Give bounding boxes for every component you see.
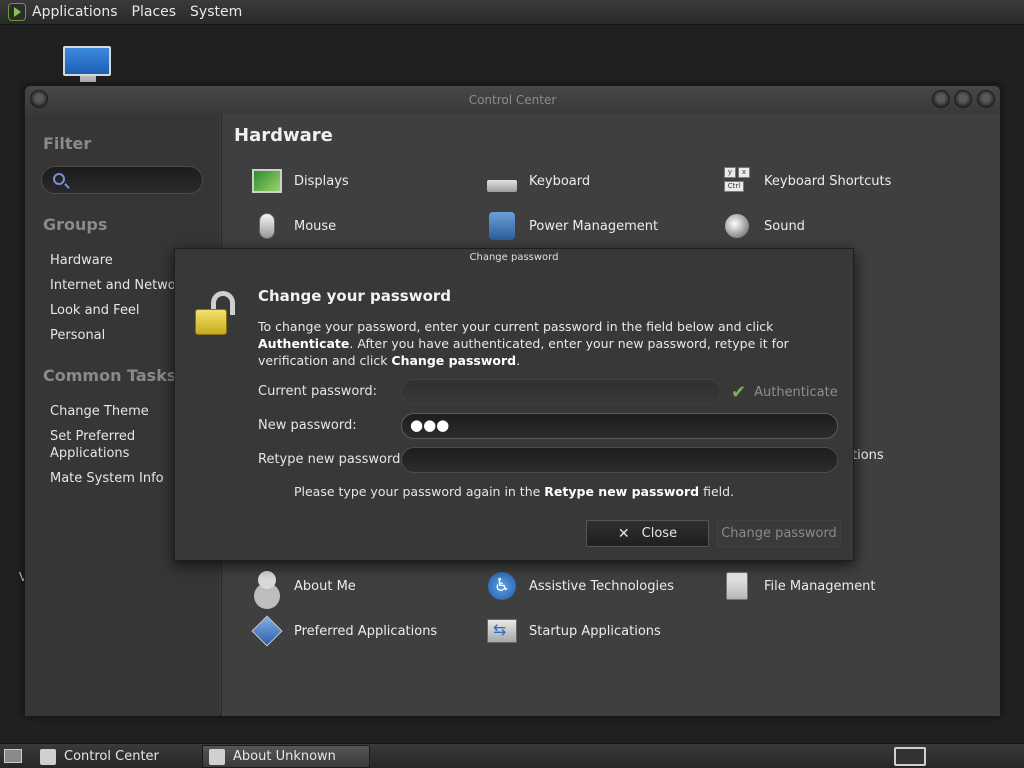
description-bold-change-password: Change password (391, 353, 517, 368)
menu-applications[interactable]: Applications (32, 4, 118, 20)
close-icon: ✕ (617, 525, 630, 542)
item-about-me[interactable]: About Me (250, 569, 356, 603)
search-icon (53, 173, 65, 185)
current-password-label: Current password: (258, 384, 378, 399)
dialog-hint: Please type your password again in the R… (175, 484, 853, 499)
item-label: Keyboard Shortcuts (764, 173, 892, 189)
item-label: Preferred Applications (294, 623, 438, 639)
close-label: Close (641, 526, 678, 541)
show-desktop-icon[interactable] (4, 749, 22, 763)
taskbar-label: About Unknown (233, 749, 336, 764)
item-assistive-technologies[interactable]: ♿ Assistive Technologies (485, 569, 674, 603)
item-label: Displays (294, 173, 349, 189)
current-password-field[interactable] (401, 379, 721, 405)
item-label: Keyboard (529, 173, 591, 189)
close-window-button[interactable] (977, 90, 995, 108)
maximize-button[interactable] (954, 90, 972, 108)
item-mouse[interactable]: Mouse (250, 209, 336, 243)
computer-desktop-icon[interactable] (63, 46, 113, 84)
bottom-panel: Control Center About Unknown (0, 743, 1024, 768)
change-password-button[interactable]: Change password (717, 520, 841, 547)
power-management-icon (485, 209, 519, 243)
authenticate-button[interactable]: ✔ Authenticate (727, 379, 841, 405)
minimize-button[interactable] (932, 90, 950, 108)
groups-heading: Groups (43, 215, 108, 234)
change-password-dialog: Change password Change your password To … (174, 248, 854, 561)
mate-logo-icon[interactable] (8, 3, 26, 21)
top-panel: Applications Places System (0, 0, 1024, 25)
item-label: Assistive Technologies (529, 578, 674, 594)
section-title-hardware: Hardware (234, 125, 333, 146)
item-label: Startup Applications (529, 623, 661, 639)
retype-password-field[interactable] (401, 447, 838, 473)
assistive-technologies-icon: ♿ (485, 569, 519, 603)
item-label: File Management (764, 578, 876, 594)
dialog-title[interactable]: Change password (175, 249, 853, 269)
mouse-icon (250, 209, 284, 243)
keyboard-shortcuts-icon: y x Ctrl (720, 164, 754, 198)
item-file-management[interactable]: File Management (720, 569, 876, 603)
taskbar-item-control-center[interactable]: Control Center (34, 745, 198, 768)
item-label: Power Management (529, 218, 659, 234)
preferred-applications-icon (250, 614, 284, 648)
change-password-label: Change password (721, 526, 837, 541)
window-title: Control Center (468, 93, 557, 107)
menu-system[interactable]: System (190, 4, 242, 20)
item-label: Sound (764, 218, 805, 234)
keyboard-icon (485, 164, 519, 198)
file-management-icon (720, 569, 754, 603)
taskbar-label: Control Center (64, 749, 159, 764)
item-preferred-applications[interactable]: Preferred Applications (250, 614, 437, 648)
hint-bold: Retype new password (544, 484, 700, 499)
item-startup-applications[interactable]: Startup Applications (485, 614, 661, 648)
filter-search-input[interactable] (41, 166, 203, 194)
task-set-preferred-applications[interactable]: Set Preferred Applications (50, 428, 160, 462)
item-displays[interactable]: Displays (250, 164, 349, 198)
item-keyboard[interactable]: Keyboard (485, 164, 590, 198)
about-me-icon (250, 569, 284, 603)
displays-icon (250, 164, 284, 198)
close-button[interactable]: ✕ Close (586, 520, 709, 547)
item-power-management[interactable]: Power Management (485, 209, 658, 243)
retype-password-label: Retype new password: (258, 452, 405, 467)
menu-places[interactable]: Places (132, 4, 177, 20)
control-center-icon (40, 748, 56, 765)
workspace-switcher-icon[interactable] (894, 747, 926, 766)
unlocked-padlock-icon (193, 291, 243, 339)
description-text: To change your password, enter your curr… (258, 319, 774, 334)
checkmark-icon: ✔ (731, 381, 747, 403)
partial-item-label: tions (852, 448, 884, 463)
item-keyboard-shortcuts[interactable]: y x Ctrl Keyboard Shortcuts (720, 164, 891, 198)
new-password-label: New password: (258, 418, 357, 433)
startup-applications-icon (485, 614, 519, 648)
hint-text: Please type your password again in the (293, 484, 545, 499)
dialog-description: To change your password, enter your curr… (258, 318, 843, 369)
dialog-heading: Change your password (258, 287, 452, 305)
common-tasks-heading: Common Tasks (43, 366, 177, 385)
description-text: . (516, 353, 521, 368)
sound-icon (720, 209, 754, 243)
filter-heading: Filter (43, 134, 92, 153)
titlebar[interactable]: Control Center (25, 86, 1000, 114)
item-sound[interactable]: Sound (720, 209, 805, 243)
item-label: About Me (294, 578, 356, 594)
description-bold-authenticate: Authenticate (258, 336, 350, 351)
authenticate-label: Authenticate (754, 384, 838, 400)
hint-text: field. (699, 484, 735, 499)
new-password-field[interactable]: ●●● (401, 413, 838, 439)
item-label: Mouse (294, 218, 337, 234)
taskbar-item-about-unknown[interactable]: About Unknown (202, 745, 370, 768)
about-me-icon (209, 748, 225, 765)
